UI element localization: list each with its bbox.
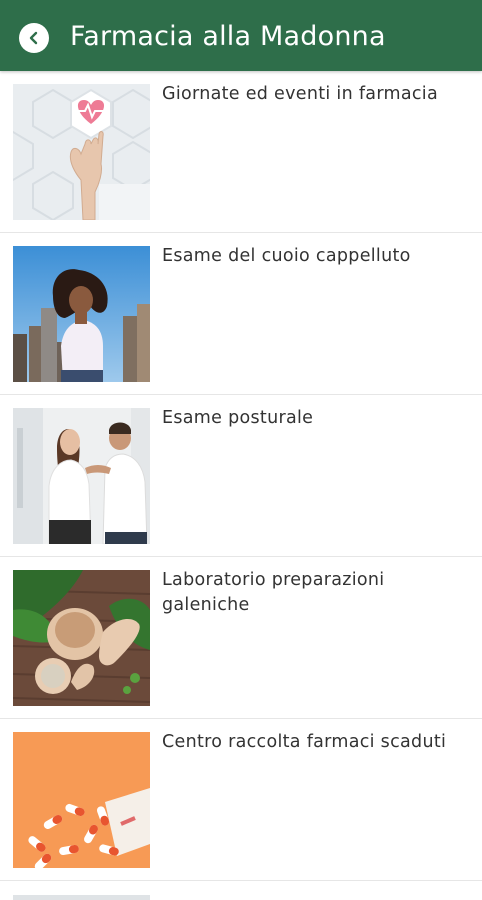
item-title: Centro raccolta farmaci scaduti [162,732,447,752]
services-list: Giornate ed eventi in farmacia Esame del… [0,71,482,881]
list-item[interactable]: Esame del cuoio cappelluto [0,233,482,395]
list-item[interactable]: Laboratorio preparazioni galeniche [0,557,482,719]
list-item[interactable]: Centro raccolta farmaci scaduti [0,719,482,881]
scalp-exam-thumbnail [13,246,150,382]
app-screen: Farmacia alla Madonna Giornate ed eventi… [0,0,482,900]
galenic-lab-thumbnail [13,570,150,706]
item-title: Esame del cuoio cappelluto [162,246,411,266]
chevron-left-icon [29,31,38,45]
list-item[interactable]: Esame posturale [0,395,482,557]
back-button[interactable] [19,23,49,53]
item-title: Esame posturale [162,408,314,428]
list-item-partial[interactable] [0,883,482,900]
page-title: Farmacia alla Madonna [70,21,386,52]
item-title: Laboratorio preparazioni galeniche [162,570,385,615]
item-title: Giornate ed eventi in farmacia [162,84,438,104]
expired-drugs-thumbnail [13,732,150,868]
app-bar: Farmacia alla Madonna [0,0,482,71]
list-item[interactable]: Giornate ed eventi in farmacia [0,71,482,233]
postural-exam-thumbnail [13,408,150,544]
event-thumbnail [13,84,150,220]
